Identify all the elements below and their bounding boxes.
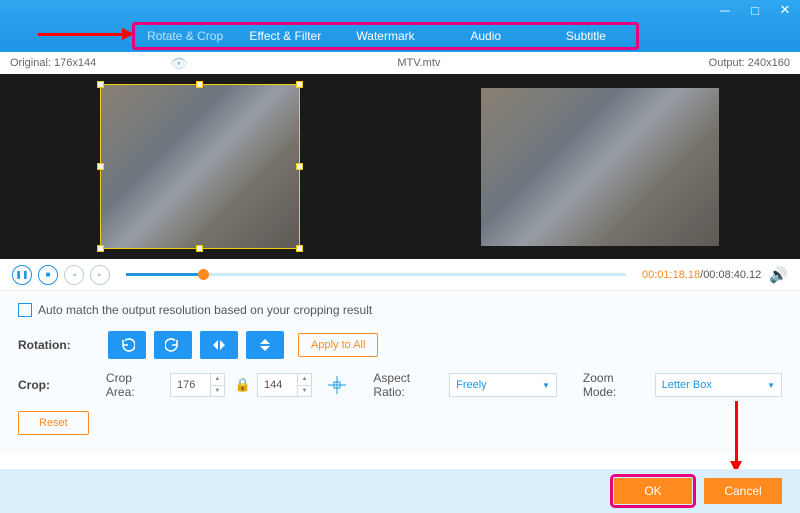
crop-handle[interactable]	[296, 163, 303, 170]
prev-button[interactable]: ◂	[64, 265, 84, 285]
original-resolution: Original: 176x144	[10, 57, 150, 69]
crop-handle[interactable]	[196, 81, 203, 88]
spinner-down-icon[interactable]: ▼	[211, 386, 224, 397]
rotate-right-button[interactable]	[154, 331, 192, 359]
reset-button[interactable]: Reset	[18, 411, 89, 435]
chevron-down-icon: ▼	[767, 381, 775, 390]
rotation-label: Rotation:	[18, 338, 108, 352]
time-display: 00:01:18.18/00:08:40.12	[642, 269, 761, 281]
auto-match-checkbox[interactable]	[18, 303, 32, 317]
crop-width-input[interactable]: 176▲▼	[170, 373, 225, 397]
tab-audio[interactable]: Audio	[436, 25, 536, 47]
crop-position-icon[interactable]	[326, 374, 347, 396]
crop-handle[interactable]	[97, 81, 104, 88]
output-resolution: Output: 240x160	[650, 57, 790, 69]
apply-to-all-button[interactable]: Apply to All	[298, 333, 378, 357]
spinner-up-icon[interactable]: ▲	[298, 374, 311, 386]
crop-handle[interactable]	[296, 81, 303, 88]
annotation-arrow	[38, 33, 124, 36]
crop-area-label: Crop Area:	[106, 371, 162, 399]
seek-fill	[126, 273, 203, 276]
crop-label: Crop:	[18, 378, 106, 392]
seek-knob[interactable]	[198, 269, 209, 280]
filename: MTV.mtv	[188, 57, 650, 69]
aspect-ratio-select[interactable]: Freely▼	[449, 373, 557, 397]
volume-icon[interactable]: 🔊	[769, 266, 788, 284]
output-preview	[481, 88, 719, 246]
seek-slider[interactable]	[126, 273, 626, 276]
tab-effect-filter[interactable]: Effect & Filter	[235, 25, 335, 47]
flip-horizontal-button[interactable]	[200, 331, 238, 359]
annotation-arrow	[735, 401, 738, 463]
aspect-ratio-label: Aspect Ratio:	[373, 371, 443, 399]
lock-icon[interactable]: 🔒	[235, 377, 251, 393]
stop-button[interactable]: ■	[38, 265, 58, 285]
spinner-down-icon[interactable]: ▼	[298, 386, 311, 397]
cancel-button[interactable]: Cancel	[704, 478, 782, 504]
minimize-button[interactable]: ─	[710, 0, 740, 20]
next-button[interactable]: ▸	[90, 265, 110, 285]
tabs-highlight: Rotate & Crop Effect & Filter Watermark …	[132, 22, 639, 50]
flip-vertical-button[interactable]	[246, 331, 284, 359]
chevron-down-icon: ▼	[542, 381, 550, 390]
rotate-left-button[interactable]	[108, 331, 146, 359]
pause-button[interactable]: ❚❚	[12, 265, 32, 285]
crop-handle[interactable]	[296, 245, 303, 252]
original-preview[interactable]	[101, 85, 299, 248]
tab-rotate-crop[interactable]: Rotate & Crop	[135, 25, 235, 47]
crop-frame[interactable]	[100, 84, 300, 249]
tab-subtitle[interactable]: Subtitle	[536, 25, 636, 47]
maximize-button[interactable]: □	[740, 0, 770, 20]
ok-button[interactable]: OK	[614, 478, 692, 504]
close-button[interactable]: ✕	[770, 0, 800, 20]
crop-handle[interactable]	[97, 245, 104, 252]
crop-height-input[interactable]: 144▲▼	[257, 373, 312, 397]
crop-handle[interactable]	[97, 163, 104, 170]
tab-watermark[interactable]: Watermark	[335, 25, 435, 47]
crop-handle[interactable]	[196, 245, 203, 252]
spinner-up-icon[interactable]: ▲	[211, 374, 224, 386]
zoom-mode-select[interactable]: Letter Box▼	[655, 373, 782, 397]
eye-icon[interactable]: 👁	[170, 55, 188, 72]
auto-match-label: Auto match the output resolution based o…	[38, 303, 372, 317]
zoom-mode-label: Zoom Mode:	[583, 371, 649, 399]
